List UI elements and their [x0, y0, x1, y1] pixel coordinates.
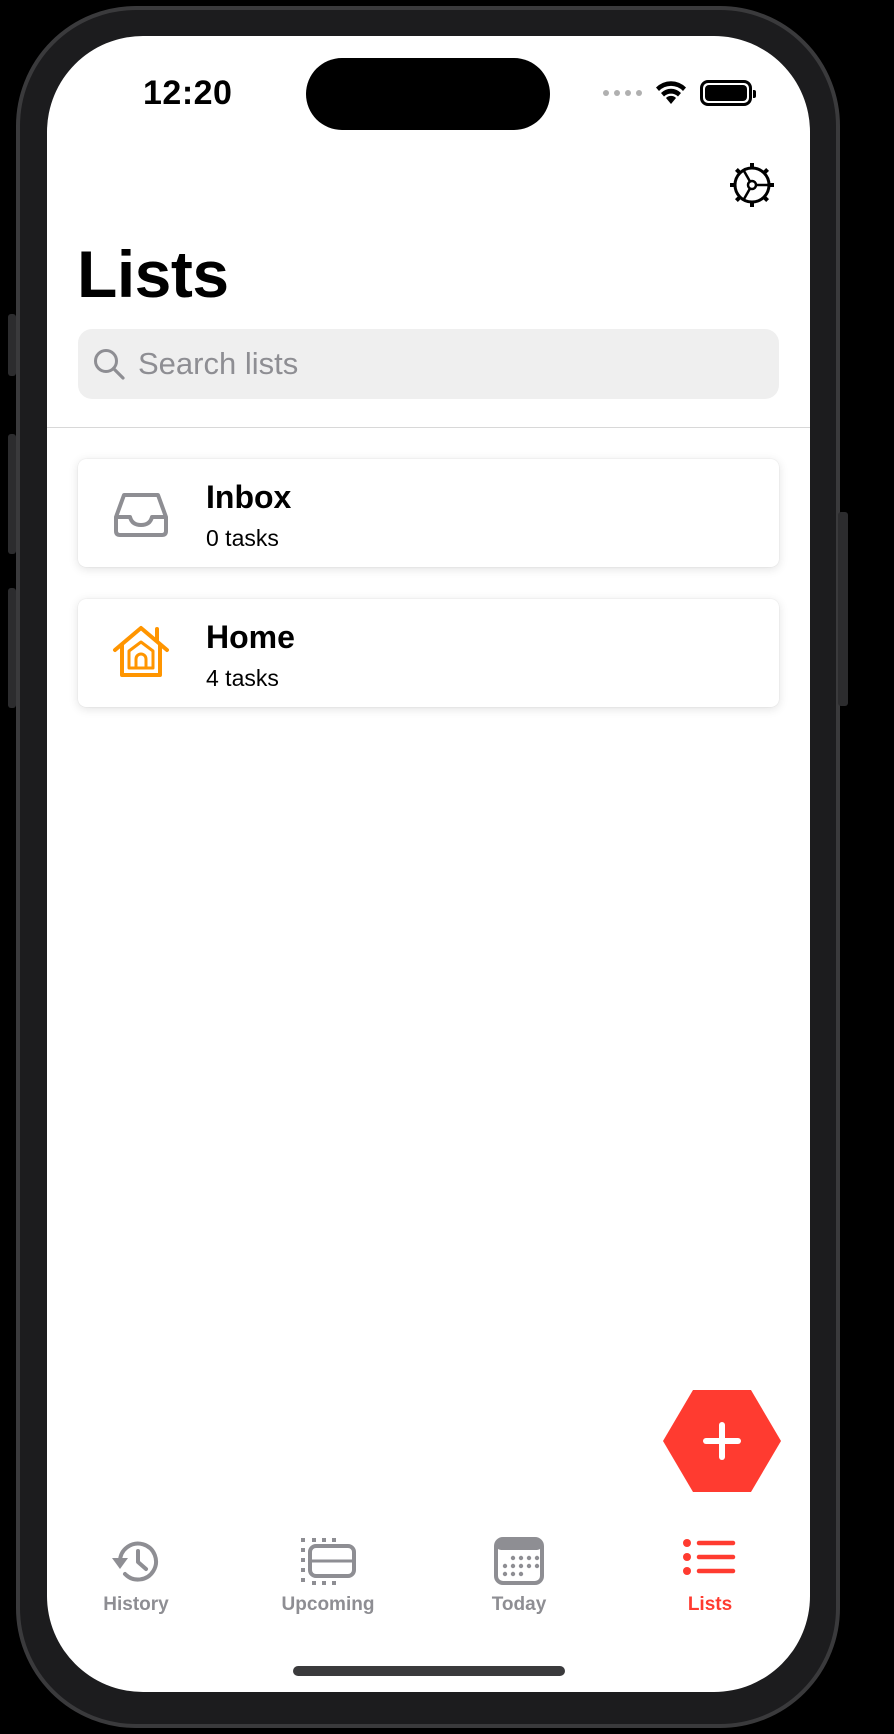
tab-label: History — [103, 1594, 169, 1615]
search-icon — [94, 349, 125, 380]
tab-history[interactable]: History — [71, 1536, 201, 1616]
status-indicators — [603, 80, 756, 106]
status-time: 12:20 — [143, 74, 233, 112]
app-screen: 12:20 Lists Search lists Inbox 0 tasks H… — [47, 36, 810, 1692]
list-title: Inbox — [206, 479, 292, 515]
tab-label: Lists — [687, 1594, 733, 1615]
cellular-signal-icon — [603, 90, 642, 96]
list-task-count: 0 tasks — [206, 525, 279, 551]
calendar-icon — [494, 1537, 544, 1585]
add-list-button[interactable] — [663, 1390, 781, 1492]
house-icon — [113, 626, 169, 677]
page-title: Lists — [77, 237, 229, 311]
bulleted-list-icon — [683, 1539, 736, 1575]
power-button — [838, 512, 848, 706]
tab-lists[interactable]: Lists — [645, 1536, 775, 1616]
volume-down-button — [8, 588, 16, 708]
upcoming-stack-icon — [301, 1538, 356, 1585]
tab-upcoming[interactable]: Upcoming — [263, 1536, 393, 1616]
home-indicator — [293, 1666, 565, 1676]
action-button — [8, 314, 16, 376]
list-task-count: 4 tasks — [206, 665, 279, 691]
list-title: Home — [206, 619, 295, 655]
tab-bar: History Upcoming Today Lists — [47, 1536, 810, 1636]
list-item-home[interactable]: Home 4 tasks — [78, 599, 779, 707]
search-bar[interactable] — [78, 329, 779, 399]
tab-today[interactable]: Today — [454, 1536, 584, 1616]
gear-icon[interactable] — [727, 160, 777, 210]
wifi-icon — [656, 81, 686, 104]
header-divider — [47, 427, 810, 428]
history-clock-icon — [112, 1541, 158, 1582]
inbox-tray-icon — [114, 493, 168, 537]
volume-up-button — [8, 434, 16, 554]
battery-icon — [700, 80, 756, 106]
tab-label: Upcoming — [281, 1594, 375, 1615]
dynamic-island — [306, 58, 550, 130]
list-item-inbox[interactable]: Inbox 0 tasks — [78, 459, 779, 567]
tab-label: Today — [491, 1594, 547, 1615]
search-input[interactable] — [138, 346, 738, 382]
